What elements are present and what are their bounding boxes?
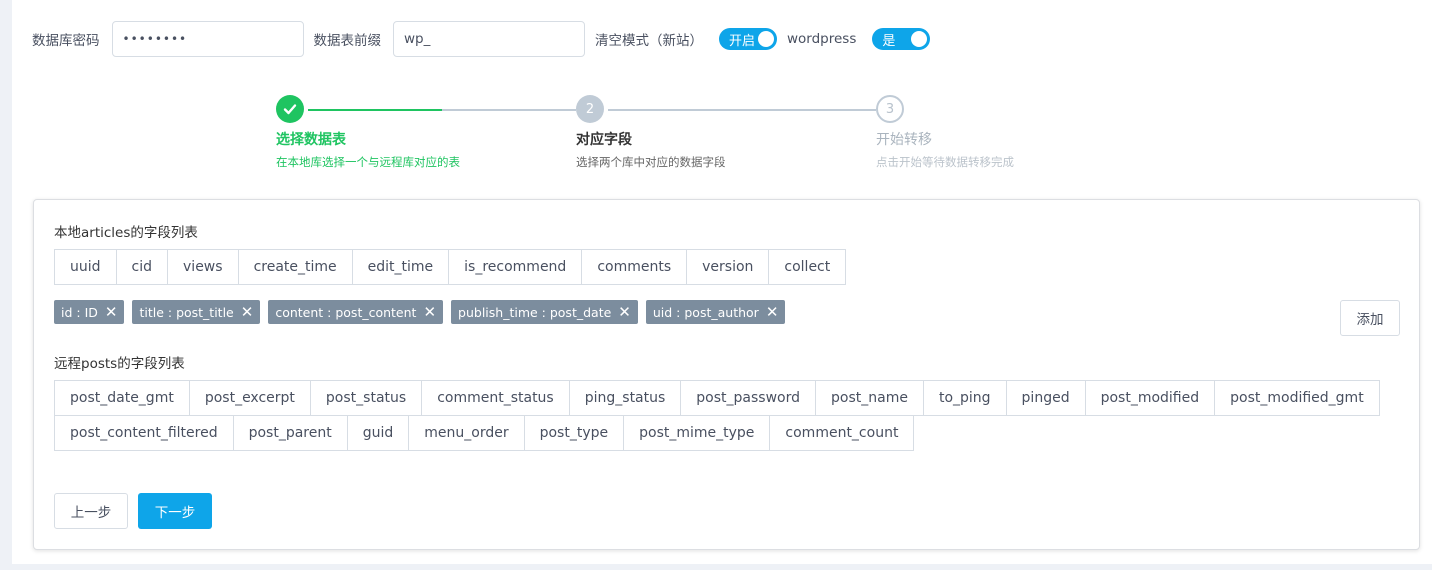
db-password-input[interactable]: •••••••• <box>111 21 304 57</box>
step-line-done <box>308 109 442 111</box>
remote-field-list-row1: post_date_gmt post_excerpt post_status c… <box>54 380 1380 416</box>
local-field-button[interactable]: uuid <box>54 249 117 285</box>
prev-step-button[interactable]: 上一步 <box>54 493 128 529</box>
step-2-number: 2 <box>576 95 604 123</box>
step-2-desc: 选择两个库中对应的数据字段 <box>576 155 726 169</box>
step-2-title: 对应字段 <box>576 132 632 148</box>
step-line <box>608 109 876 111</box>
mapping-tag: uid : post_author ✕ <box>645 300 786 324</box>
remote-field-button[interactable]: post_status <box>309 380 423 416</box>
step-3-number: 3 <box>876 95 904 123</box>
local-fields-title: 本地articles的字段列表 <box>54 225 198 241</box>
remote-field-button[interactable]: post_mime_type <box>623 415 771 451</box>
close-icon[interactable]: ✕ <box>618 304 631 320</box>
close-icon[interactable]: ✕ <box>423 304 436 320</box>
step-3-desc: 点击开始等待数据转移完成 <box>876 155 1014 169</box>
remote-field-button[interactable]: post_parent <box>232 415 348 451</box>
local-field-list: uuid cid views create_time edit_time is_… <box>54 249 847 285</box>
local-field-button[interactable]: collect <box>768 249 847 285</box>
mapping-tag-label: title : post_title <box>139 304 234 320</box>
remote-field-button[interactable]: comment_status <box>421 380 570 416</box>
step-1-title: 选择数据表 <box>276 132 346 148</box>
switch-knob <box>758 31 774 47</box>
remote-field-button[interactable]: guid <box>346 415 410 451</box>
db-password-label: 数据库密码 <box>32 33 100 49</box>
remote-field-button[interactable]: post_modified_gmt <box>1214 380 1380 416</box>
step-1-desc: 在本地库选择一个与远程库对应的表 <box>276 155 460 169</box>
local-field-button[interactable]: comments <box>581 249 688 285</box>
step-3-title: 开始转移 <box>876 132 932 148</box>
local-field-button[interactable]: edit_time <box>351 249 450 285</box>
local-field-button[interactable]: create_time <box>237 249 353 285</box>
add-mapping-button[interactable]: 添加 <box>1340 300 1400 336</box>
mapping-tag: title : post_title ✕ <box>132 300 261 324</box>
remote-field-button[interactable]: post_name <box>815 380 924 416</box>
remote-field-button[interactable]: comment_count <box>769 415 915 451</box>
local-field-button[interactable]: views <box>167 249 239 285</box>
local-field-button[interactable]: version <box>686 249 770 285</box>
step-line <box>442 109 576 111</box>
mapping-tag: id : ID ✕ <box>54 300 125 324</box>
switch-knob <box>911 31 928 47</box>
remote-field-button[interactable]: post_password <box>680 380 816 416</box>
remote-field-list-row2: post_content_filtered post_parent guid m… <box>54 415 915 451</box>
mapping-tag: publish_time : post_date ✕ <box>451 300 638 324</box>
remote-field-button[interactable]: ping_status <box>568 380 682 416</box>
field-mapping-panel: 本地articles的字段列表 uuid cid views create_ti… <box>33 199 1420 550</box>
clear-mode-switch-text: 开启 <box>729 33 756 49</box>
close-icon[interactable]: ✕ <box>241 304 254 320</box>
clear-mode-switch[interactable]: 开启 <box>719 28 777 50</box>
table-prefix-label: 数据表前缀 <box>313 33 382 49</box>
table-prefix-input[interactable]: wp_ <box>393 21 585 57</box>
close-icon[interactable]: ✕ <box>766 304 779 320</box>
clear-mode-label: 清空模式（新站） <box>595 33 703 49</box>
next-step-button[interactable]: 下一步 <box>138 493 212 529</box>
remote-field-button[interactable]: post_modified <box>1084 380 1216 416</box>
remote-field-button[interactable]: pinged <box>1005 380 1086 416</box>
check-icon <box>276 95 304 123</box>
remote-fields-title: 远程posts的字段列表 <box>54 356 185 372</box>
mapping-tag-list: id : ID ✕ title : post_title ✕ content : p… <box>54 300 793 324</box>
wordpress-label: wordpress <box>787 31 857 47</box>
db-settings-row: 数据库密码 •••••••• 数据表前缀 wp_ 清空模式（新站） 开启 wor… <box>32 21 940 57</box>
step-progress: 选择数据表 在本地库选择一个与远程库对应的表 2 对应字段 选择两个库中对应的数… <box>276 95 1176 185</box>
remote-field-button[interactable]: post_excerpt <box>188 380 311 416</box>
mapping-tag: content : post_content ✕ <box>268 300 444 324</box>
local-field-button[interactable]: is_recommend <box>448 249 583 285</box>
local-field-button[interactable]: cid <box>115 249 169 285</box>
remote-field-button[interactable]: to_ping <box>922 380 1007 416</box>
mapping-tag-label: content : post_content <box>275 304 417 320</box>
remote-field-button[interactable]: menu_order <box>408 415 525 451</box>
page-canvas: 数据库密码 •••••••• 数据表前缀 wp_ 清空模式（新站） 开启 wor… <box>12 0 1432 564</box>
mapping-tag-label: publish_time : post_date <box>458 304 612 320</box>
mapping-tag-label: id : ID <box>61 304 98 320</box>
close-icon[interactable]: ✕ <box>105 304 118 320</box>
remote-field-button[interactable]: post_type <box>523 415 625 451</box>
remote-field-button[interactable]: post_content_filtered <box>54 415 234 451</box>
mapping-tag-label: uid : post_author <box>652 304 759 320</box>
wordpress-switch-text: 是 <box>882 33 896 49</box>
remote-field-button[interactable]: post_date_gmt <box>54 380 190 416</box>
wordpress-switch[interactable]: 是 <box>872 28 931 50</box>
